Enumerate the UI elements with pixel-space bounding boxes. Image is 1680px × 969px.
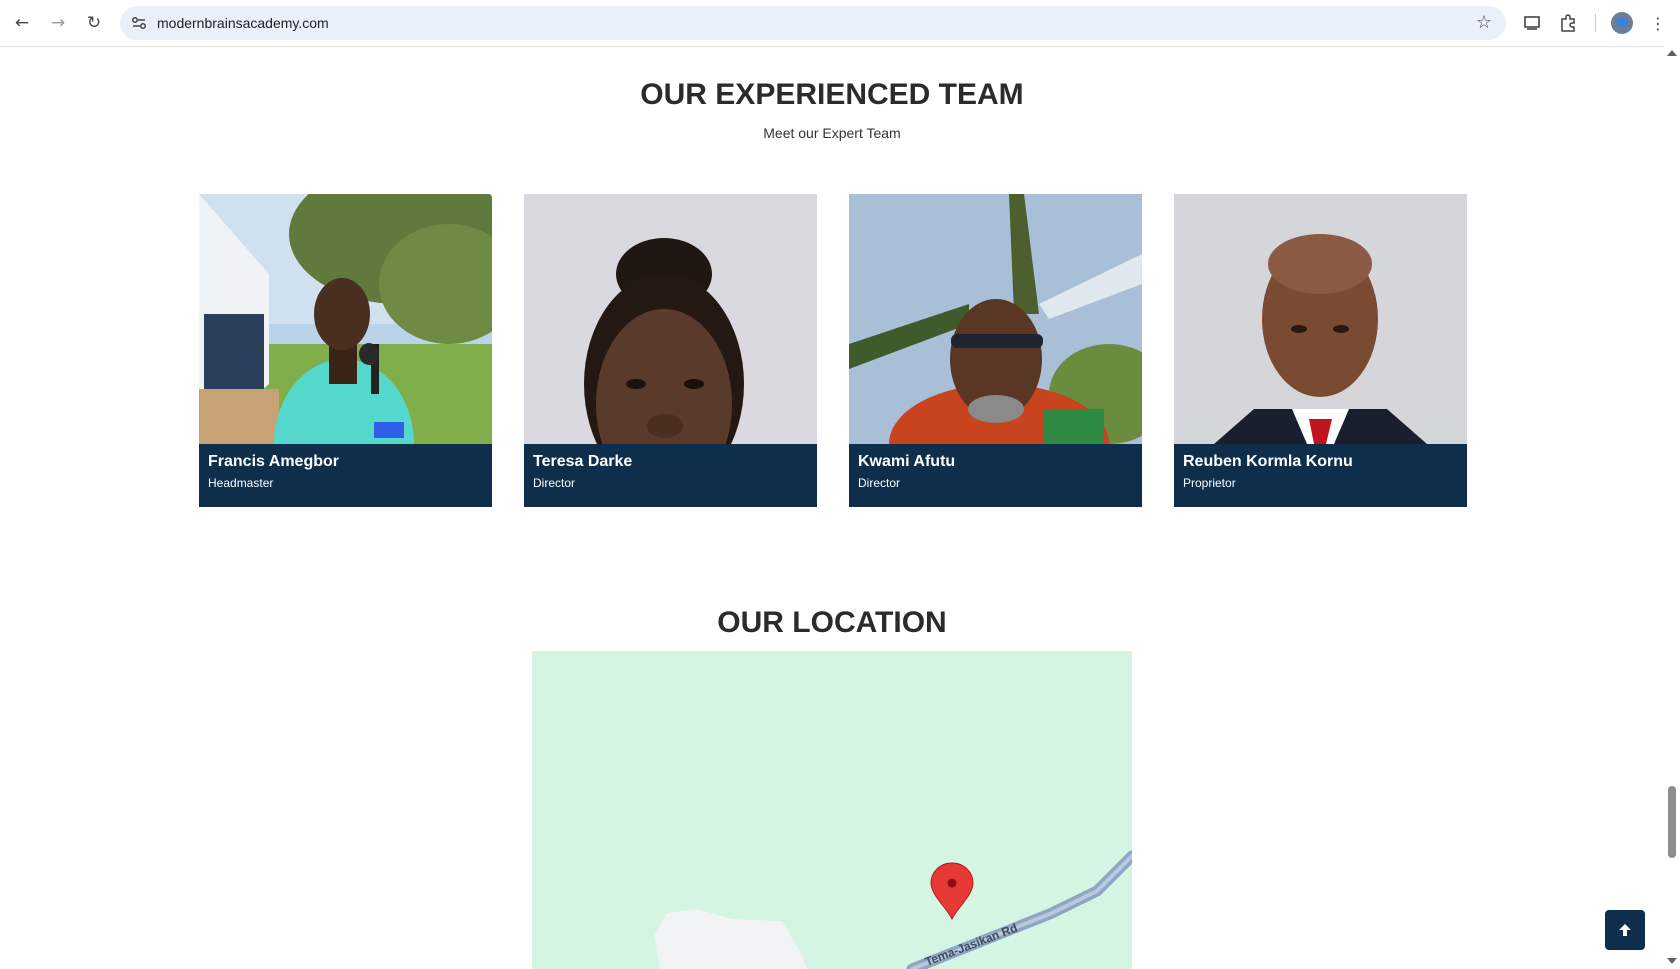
location-section-title: OUR LOCATION [717, 606, 947, 639]
map-canvas[interactable]: Tema-Jasikan Rd [532, 651, 1132, 969]
cast-icon[interactable] [1520, 11, 1544, 35]
team-card[interactable]: Teresa Darke Director [524, 194, 817, 507]
scrollbar-thumb[interactable] [1668, 786, 1676, 858]
team-card[interactable]: Reuben Kormla Kornu Proprietor [1174, 194, 1467, 507]
profile-avatar[interactable] [1611, 12, 1633, 34]
team-member-photo [849, 194, 1142, 444]
team-member-name: Teresa Darke [533, 453, 633, 470]
team-section-title: OUR EXPERIENCED TEAM [640, 78, 1024, 111]
arrow-up-icon [1619, 924, 1631, 936]
team-member-name: Reuben Kormla Kornu [1183, 453, 1353, 470]
team-card[interactable]: Kwami Afutu Director [849, 194, 1142, 507]
forward-icon[interactable]: → [46, 11, 70, 35]
team-member-role: Headmaster [208, 476, 274, 490]
extensions-icon[interactable] [1556, 11, 1580, 35]
site-info-icon[interactable] [130, 14, 148, 32]
toolbar-divider [1595, 14, 1596, 32]
back-icon[interactable]: ← [10, 11, 34, 35]
scroll-down-arrow-icon[interactable] [1667, 958, 1677, 964]
team-member-photo [1174, 194, 1467, 444]
team-member-role: Director [858, 476, 901, 490]
team-member-name: Kwami Afutu [858, 453, 956, 470]
team-member-photo [199, 194, 492, 444]
team-member-role: Proprietor [1183, 476, 1236, 490]
back-to-top-button[interactable] [1605, 910, 1645, 950]
team-member-role: Director [533, 476, 576, 490]
reload-icon[interactable]: ↻ [82, 11, 106, 35]
browser-toolbar: ← → ↻ modernbrainsacademy.com ☆ ⋮ [0, 0, 1680, 47]
team-member-name: Francis Amegbor [208, 453, 339, 470]
location-map[interactable]: Tema-Jasikan Rd [532, 651, 1132, 969]
url-text[interactable]: modernbrainsacademy.com [157, 15, 329, 31]
team-card[interactable]: Francis Amegbor Headmaster [199, 194, 492, 507]
team-member-photo [524, 194, 817, 444]
menu-icon[interactable]: ⋮ [1646, 11, 1670, 35]
star-icon[interactable]: ☆ [1476, 12, 1492, 33]
team-section-subtitle: Meet our Expert Team [763, 125, 901, 141]
scroll-up-arrow-icon[interactable] [1667, 50, 1677, 56]
address-bar[interactable]: modernbrainsacademy.com ☆ [120, 6, 1506, 40]
